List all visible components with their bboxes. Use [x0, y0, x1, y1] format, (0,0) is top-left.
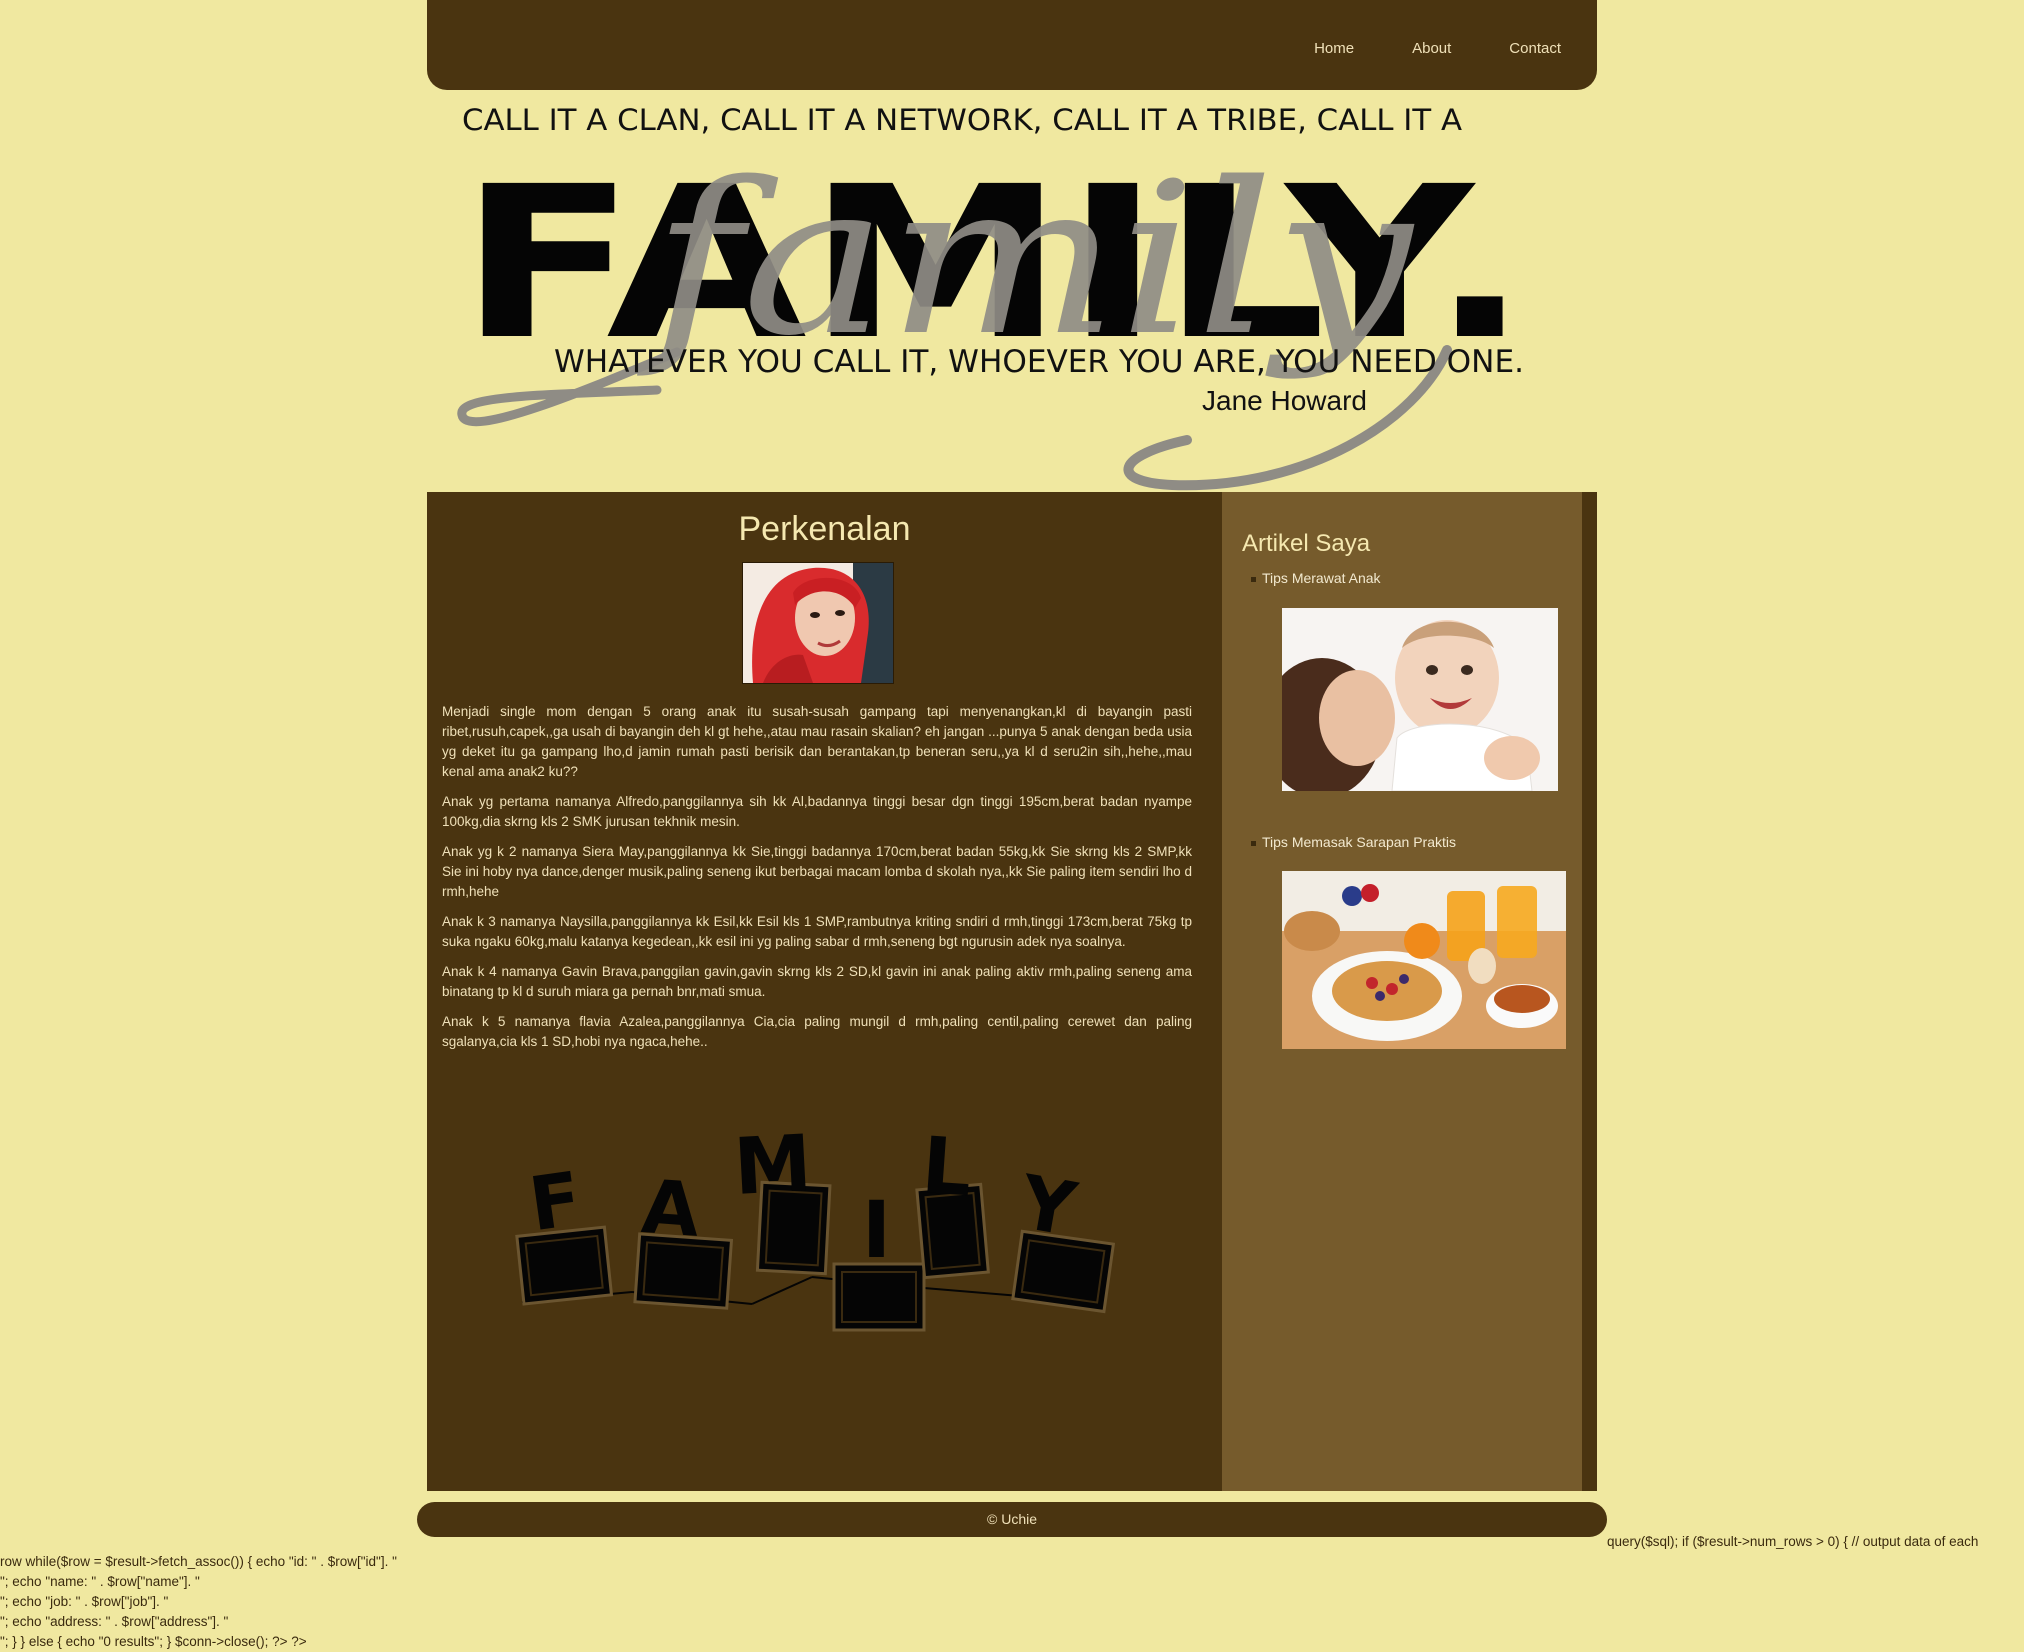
deco-letter-m: M — [732, 1132, 814, 1213]
sidebar-item-tips-merawat-anak[interactable]: Tips Merawat Anak — [1251, 570, 1381, 586]
article-paragraph-4: Anak k 3 namanya Naysilla,panggilannya k… — [442, 914, 1192, 949]
nav-menu: Home About Contact — [1256, 40, 1561, 58]
sidebar-image-baby[interactable] — [1282, 608, 1558, 791]
nav-link-contact[interactable]: Contact — [1509, 40, 1561, 57]
article-paragraph-5: Anak k 4 namanya Gavin Brava,panggilan g… — [442, 964, 1192, 999]
nav-link-home[interactable]: Home — [1314, 40, 1354, 57]
footer-copyright: © Uchie — [987, 1511, 1037, 1527]
content-area: Perkenalan Menjadi single mom dengan 5 o… — [427, 492, 1597, 1491]
leaked-code-line-2: row while($row = $result->fetch_assoc())… — [0, 1554, 397, 1569]
nav-item-contact: Contact — [1509, 40, 1561, 58]
quote-author: Jane Howard — [1202, 385, 1367, 416]
leaked-code-line-4: "; echo "job: " . $row["job"]. " — [0, 1594, 169, 1609]
article-paragraph-6: Anak k 5 namanya flavia Azalea,panggilan… — [442, 1014, 1192, 1049]
sidebar: Artikel Saya Tips Merawat Anak Tips Mema… — [1222, 492, 1582, 1491]
article-paragraph-3: Anak yg k 2 namanya Siera May,panggilann… — [442, 844, 1192, 899]
bullet-icon — [1251, 577, 1256, 582]
sidebar-title: Artikel Saya — [1242, 530, 1371, 557]
deco-letter-a: A — [639, 1164, 702, 1254]
deco-letter-l: L — [919, 1132, 975, 1214]
profile-photo — [742, 562, 894, 684]
main-column: Perkenalan Menjadi single mom dengan 5 o… — [427, 492, 1222, 1491]
header-banner: CALL IT A CLAN, CALL IT A NETWORK, CALL … — [427, 90, 1597, 492]
footer: © Uchie — [417, 1502, 1607, 1537]
deco-letter-f: F — [524, 1156, 586, 1248]
leaked-code-line-6: "; } } else { echo "0 results"; } $conn-… — [0, 1634, 307, 1649]
sidebar-item-label: Tips Memasak Sarapan Praktis — [1262, 834, 1456, 850]
leaked-code-line-1: query($sql); if ($result->num_rows > 0) … — [1607, 1534, 1979, 1549]
article-paragraph-2: Anak yg pertama namanya Alfredo,panggila… — [442, 794, 1192, 829]
content-edge-bar — [1582, 492, 1597, 1491]
family-quote-artwork: CALL IT A CLAN, CALL IT A NETWORK, CALL … — [457, 103, 1529, 491]
nav-item-home: Home — [1314, 40, 1354, 58]
quote-line-1: CALL IT A CLAN, CALL IT A NETWORK, CALL … — [462, 103, 1462, 137]
deco-letter-i: I — [862, 1186, 891, 1276]
sidebar-image-breakfast[interactable] — [1282, 871, 1566, 1049]
article-title: Perkenalan — [738, 510, 911, 548]
leaked-code-line-5: "; echo "address: " . $row["address"]. " — [0, 1614, 229, 1629]
family-frames-illustration: F A M I L Y — [512, 1119, 1132, 1427]
leaked-code-line-3: "; echo "name: " . $row["name"]. " — [0, 1574, 200, 1589]
page-wrapper: Home About Contact CALL IT A CLAN, CALL … — [427, 0, 1597, 1491]
sidebar-item-tips-memasak-sarapan[interactable]: Tips Memasak Sarapan Praktis — [1251, 834, 1456, 850]
top-nav: Home About Contact — [427, 0, 1597, 90]
article-body: Menjadi single mom dengan 5 orang anak i… — [442, 702, 1192, 1062]
article-paragraph-1: Menjadi single mom dengan 5 orang anak i… — [442, 704, 1192, 779]
sidebar-item-label: Tips Merawat Anak — [1262, 570, 1381, 586]
nav-link-about[interactable]: About — [1412, 40, 1451, 57]
bullet-icon — [1251, 841, 1256, 846]
nav-item-about: About — [1412, 40, 1451, 58]
quote-line-2: WHATEVER YOU CALL IT, WHOEVER YOU ARE, Y… — [554, 344, 1524, 380]
